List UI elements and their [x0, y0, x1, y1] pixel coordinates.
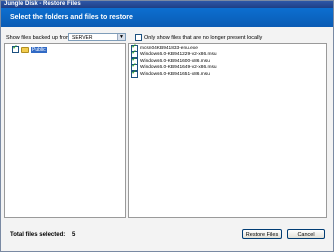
tree-item-checkbox[interactable]: [12, 44, 19, 53]
total-files-label: Total files selected:: [10, 232, 66, 238]
backup-source-value: SERVER: [72, 35, 93, 41]
backup-source-label: Show files backed up from:: [6, 35, 73, 41]
tree-item-label: Public: [31, 46, 47, 53]
folder-icon: [21, 46, 29, 53]
file-checkbox[interactable]: [131, 69, 138, 78]
file-name: Windows6.0-KB941229-v2-x86.msu: [140, 52, 217, 58]
only-missing-filter[interactable]: Only show files that are no longer prese…: [135, 34, 262, 41]
only-missing-label: Only show files that are no longer prese…: [144, 34, 263, 41]
page-header: Select the folders and files to restore: [1, 8, 333, 27]
backup-source-select[interactable]: SERVER ▼: [68, 33, 126, 41]
list-item[interactable]: Windows6.0-KB941649-v2-x86.msu: [131, 62, 217, 72]
chevron-down-icon[interactable]: ▼: [117, 34, 125, 40]
only-missing-checkbox[interactable]: [135, 34, 142, 41]
file-list: mcsn04KB941833-enu.exe Windows6.0-KB9412…: [131, 43, 217, 78]
window-title: Jungle Disk - Restore Files: [1, 1, 333, 8]
list-item[interactable]: mcsn04KB941833-enu.exe: [131, 43, 217, 52]
list-item[interactable]: Windows6.0-KB941229-v2-x86.msu: [131, 49, 217, 59]
file-name: Windows6.0-KB941651-x86.msu: [140, 71, 210, 77]
folder-tree-pane: Public: [4, 43, 126, 218]
list-item[interactable]: Windows6.0-KB941651-x86.msu: [131, 69, 217, 78]
file-list-pane: mcsn04KB941833-enu.exe Windows6.0-KB9412…: [128, 43, 327, 218]
file-name: Windows6.0-KB941600-x86.msu: [140, 58, 210, 64]
tree-item-public[interactable]: Public: [12, 44, 47, 53]
file-name: mcsn04KB941833-enu.exe: [140, 45, 198, 51]
total-files-count: 5: [72, 232, 76, 238]
cancel-button[interactable]: Cancel: [287, 229, 325, 239]
restore-files-button[interactable]: Restore Files: [242, 229, 282, 239]
list-item[interactable]: Windows6.0-KB941600-x86.msu: [131, 56, 217, 65]
file-name: Windows6.0-KB941649-v2-x86.msu: [140, 65, 217, 71]
